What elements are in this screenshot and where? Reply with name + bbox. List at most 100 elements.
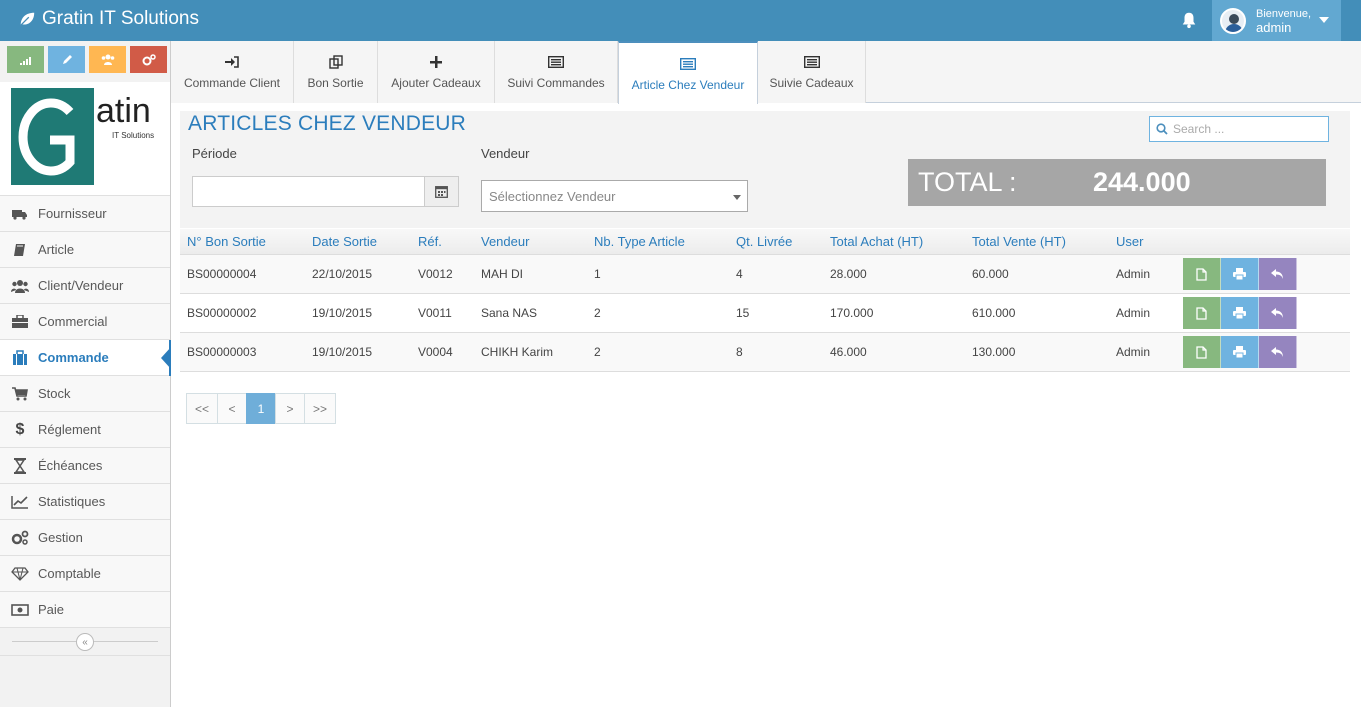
current-page-button[interactable]: 1 xyxy=(246,393,277,424)
sidebar-item-echeances[interactable]: Échéances xyxy=(0,448,170,484)
print-button[interactable] xyxy=(1221,258,1259,290)
next-page-button[interactable]: > xyxy=(275,393,306,424)
truck-icon xyxy=(11,206,29,222)
cell-bon-sortie: BS00000003 xyxy=(187,345,257,359)
row-actions xyxy=(1183,297,1297,329)
print-icon xyxy=(1233,346,1246,358)
table-row: BS00000003 19/10/2015 V0004 CHIKH Karim … xyxy=(180,333,1350,372)
return-button[interactable] xyxy=(1259,336,1297,368)
print-button[interactable] xyxy=(1221,297,1259,329)
tab-commande-client[interactable]: Commande Client xyxy=(171,41,294,103)
search-box[interactable] xyxy=(1149,116,1329,142)
print-icon xyxy=(1233,268,1246,280)
tab-bon-sortie[interactable]: Bon Sortie xyxy=(294,41,378,103)
reply-icon xyxy=(1271,307,1283,318)
column-header[interactable]: Qt. Livrée xyxy=(736,229,792,254)
cell-ref: V0011 xyxy=(418,306,452,320)
calendar-icon xyxy=(435,186,448,198)
users-icon xyxy=(101,54,114,65)
tab-article-chez-vendeur[interactable]: Article Chez Vendeur xyxy=(618,41,758,104)
column-header[interactable]: Total Achat (HT) xyxy=(830,229,923,254)
shortcut-edit-button[interactable] xyxy=(48,46,85,73)
shortcut-stats-button[interactable] xyxy=(7,46,44,73)
column-header[interactable]: Nb. Type Article xyxy=(594,229,685,254)
tab-ajouter-cadeaux[interactable]: Ajouter Cadeaux xyxy=(378,41,495,103)
sidebar-item-stock[interactable]: Stock xyxy=(0,376,170,412)
last-page-button[interactable]: >> xyxy=(304,393,337,424)
user-greeting: Bienvenue, xyxy=(1256,7,1312,20)
gratin-logo-image: atin IT Solutions xyxy=(11,88,154,185)
sidebar-item-gestion[interactable]: Gestion xyxy=(0,520,170,556)
sidebar-item-client-vendeur[interactable]: Client/Vendeur xyxy=(0,268,170,304)
tab-label: Bon Sortie xyxy=(307,76,364,90)
column-header[interactable]: N° Bon Sortie xyxy=(187,229,266,254)
column-header[interactable]: Vendeur xyxy=(481,229,529,254)
briefcase-icon xyxy=(11,314,29,330)
column-header[interactable]: User xyxy=(1116,229,1143,254)
cell-ref: V0012 xyxy=(418,267,453,281)
vendeur-select[interactable]: Sélectionnez Vendeur xyxy=(481,180,748,212)
cell-bon-sortie: BS00000004 xyxy=(187,267,257,281)
cell-date: 19/10/2015 xyxy=(312,306,373,320)
search-input[interactable] xyxy=(1173,122,1323,136)
view-document-button[interactable] xyxy=(1183,297,1221,329)
table-row: BS00000004 22/10/2015 V0012 MAH DI 1 4 2… xyxy=(180,255,1350,294)
cell-nb-type: 1 xyxy=(594,267,601,281)
tab-suivi-commandes[interactable]: Suivi Commandes xyxy=(495,41,618,103)
view-document-button[interactable] xyxy=(1183,336,1221,368)
first-page-button[interactable]: << xyxy=(186,393,219,424)
cell-date: 19/10/2015 xyxy=(312,345,373,359)
column-header[interactable]: Date Sortie xyxy=(312,229,377,254)
cell-ref: V0004 xyxy=(418,345,453,359)
bell-icon[interactable] xyxy=(1180,11,1198,29)
sidebar-item-label: Commande xyxy=(38,350,109,365)
shortcut-users-button[interactable] xyxy=(89,46,126,73)
sidebar-item-statistiques[interactable]: Statistiques xyxy=(0,484,170,520)
pagination: << < 1 > >> xyxy=(186,393,337,424)
prev-page-button[interactable]: < xyxy=(217,393,248,424)
book-icon xyxy=(11,242,29,258)
tab-label: Suivi Commandes xyxy=(507,76,605,90)
cart-icon xyxy=(11,386,29,402)
cell-total-vente: 60.000 xyxy=(972,267,1009,281)
sidebar-item-paie[interactable]: Paie xyxy=(0,592,170,628)
tab-suivie-cadeaux[interactable]: Suivie Cadeaux xyxy=(758,41,866,103)
sign-in-icon xyxy=(225,54,239,70)
column-header[interactable]: Réf. xyxy=(418,229,442,254)
cell-user: Admin xyxy=(1116,306,1151,320)
return-button[interactable] xyxy=(1259,297,1297,329)
file-icon xyxy=(1196,267,1207,281)
sidebar-item-reglement[interactable]: $ Réglement xyxy=(0,412,170,448)
view-document-button[interactable] xyxy=(1183,258,1221,290)
tab-label: Commande Client xyxy=(183,76,281,90)
reply-icon xyxy=(1271,346,1283,357)
sidebar-item-label: Stock xyxy=(38,386,71,401)
return-button[interactable] xyxy=(1259,258,1297,290)
brand-title: Gratin IT Solutions xyxy=(42,8,200,29)
svg-text:atin: atin xyxy=(96,92,151,130)
list-icon xyxy=(548,54,564,70)
cell-date: 22/10/2015 xyxy=(312,267,373,281)
sidebar-item-commercial[interactable]: Commercial xyxy=(0,304,170,340)
cell-qt-livree: 8 xyxy=(736,345,743,359)
vendeur-label: Vendeur xyxy=(481,146,530,161)
company-logo: atin IT Solutions xyxy=(0,82,170,196)
brand[interactable]: Gratin IT Solutions xyxy=(18,8,199,30)
cell-total-achat: 170.000 xyxy=(830,306,874,320)
cell-vendeur: CHIKH Karim xyxy=(481,345,554,359)
sidebar-item-article[interactable]: Article xyxy=(0,232,170,268)
collapse-sidebar-button[interactable]: « xyxy=(76,633,94,651)
users-icon xyxy=(11,278,29,294)
column-header[interactable]: Total Vente (HT) xyxy=(972,229,1066,254)
shortcut-settings-button[interactable] xyxy=(130,46,167,73)
user-menu[interactable]: Bienvenue, admin xyxy=(1212,0,1341,41)
sidebar: atin IT Solutions Fournisseur Article Cl… xyxy=(0,41,171,707)
page-title: ARTICLES CHEZ VENDEUR xyxy=(188,112,467,135)
sidebar-item-comptable[interactable]: Comptable xyxy=(0,556,170,592)
print-button[interactable] xyxy=(1221,336,1259,368)
sidebar-item-fournisseur[interactable]: Fournisseur xyxy=(0,196,170,232)
calendar-button[interactable] xyxy=(424,176,459,207)
periode-label: Période xyxy=(192,146,237,161)
sidebar-item-commande[interactable]: Commande xyxy=(0,340,171,376)
periode-date-input[interactable] xyxy=(192,176,425,207)
